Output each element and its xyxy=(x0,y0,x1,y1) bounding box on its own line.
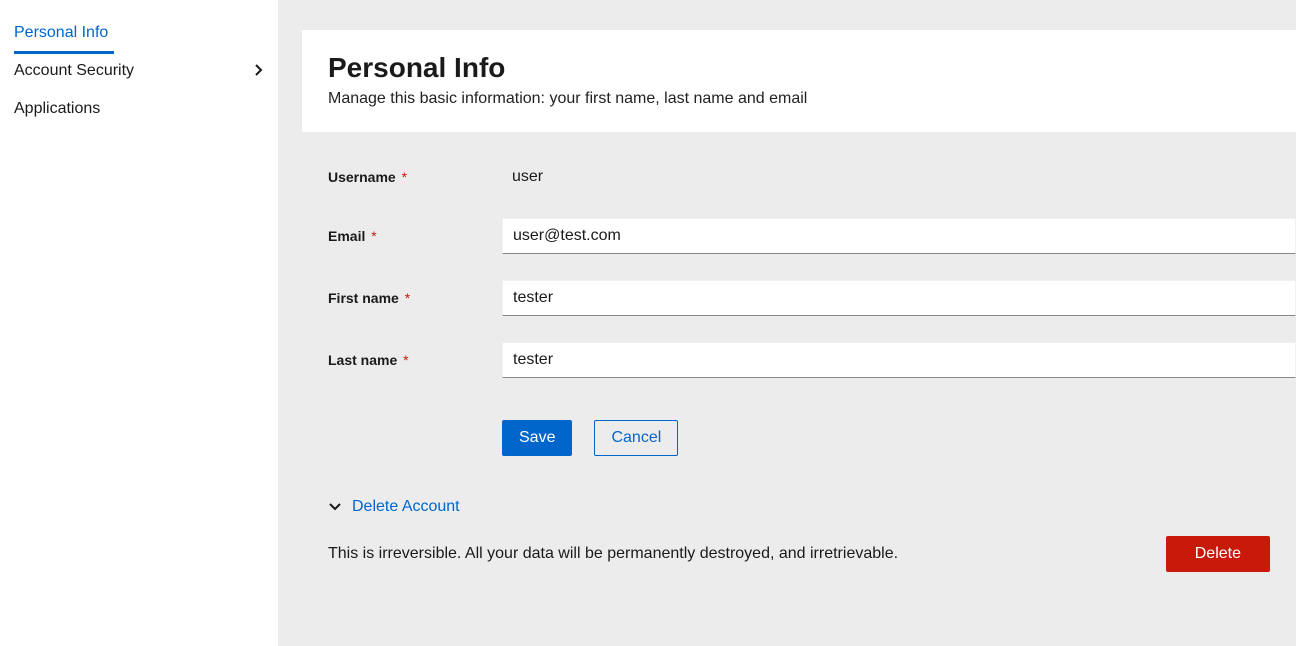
sidebar-item-applications[interactable]: Applications xyxy=(0,90,278,128)
label-email: Email * xyxy=(328,228,502,244)
value-username: user xyxy=(502,162,553,192)
sidebar: Personal Info Account Security Applicati… xyxy=(0,0,278,646)
cancel-button[interactable]: Cancel xyxy=(594,420,678,456)
required-indicator: * xyxy=(405,290,410,306)
label-lastname: Last name * xyxy=(328,352,502,368)
label-firstname: First name * xyxy=(328,290,502,306)
firstname-field[interactable] xyxy=(502,280,1296,316)
delete-warning: This is irreversible. All your data will… xyxy=(328,545,898,563)
row-firstname: First name * xyxy=(328,280,1296,316)
form-area: Username * user Email * First name * Las… xyxy=(302,132,1296,572)
required-indicator: * xyxy=(371,228,376,244)
page-subtitle: Manage this basic information: your firs… xyxy=(328,90,1270,108)
button-row: Save Cancel xyxy=(328,420,1296,456)
sidebar-item-personal-info[interactable]: Personal Info xyxy=(0,14,278,52)
sidebar-item-label: Applications xyxy=(14,100,100,118)
row-email: Email * xyxy=(328,218,1296,254)
sidebar-item-label: Account Security xyxy=(14,62,134,80)
chevron-right-icon xyxy=(254,63,264,80)
save-button[interactable]: Save xyxy=(502,420,572,456)
email-field[interactable] xyxy=(502,218,1296,254)
chevron-down-icon xyxy=(328,503,342,511)
delete-account-title: Delete Account xyxy=(352,498,460,516)
page-title: Personal Info xyxy=(328,52,1270,84)
sidebar-item-account-security[interactable]: Account Security xyxy=(0,52,278,90)
delete-account-toggle[interactable]: Delete Account xyxy=(328,498,1270,516)
delete-button[interactable]: Delete xyxy=(1166,536,1270,572)
page-header: Personal Info Manage this basic informat… xyxy=(302,30,1296,132)
required-indicator: * xyxy=(403,352,408,368)
row-username: Username * user xyxy=(328,162,1296,192)
delete-body: This is irreversible. All your data will… xyxy=(328,536,1270,572)
delete-section: Delete Account This is irreversible. All… xyxy=(328,498,1296,572)
main-content: Personal Info Manage this basic informat… xyxy=(278,0,1296,646)
row-lastname: Last name * xyxy=(328,342,1296,378)
required-indicator: * xyxy=(402,169,407,185)
lastname-field[interactable] xyxy=(502,342,1296,378)
label-username: Username * xyxy=(328,169,502,185)
sidebar-item-label: Personal Info xyxy=(14,24,108,42)
